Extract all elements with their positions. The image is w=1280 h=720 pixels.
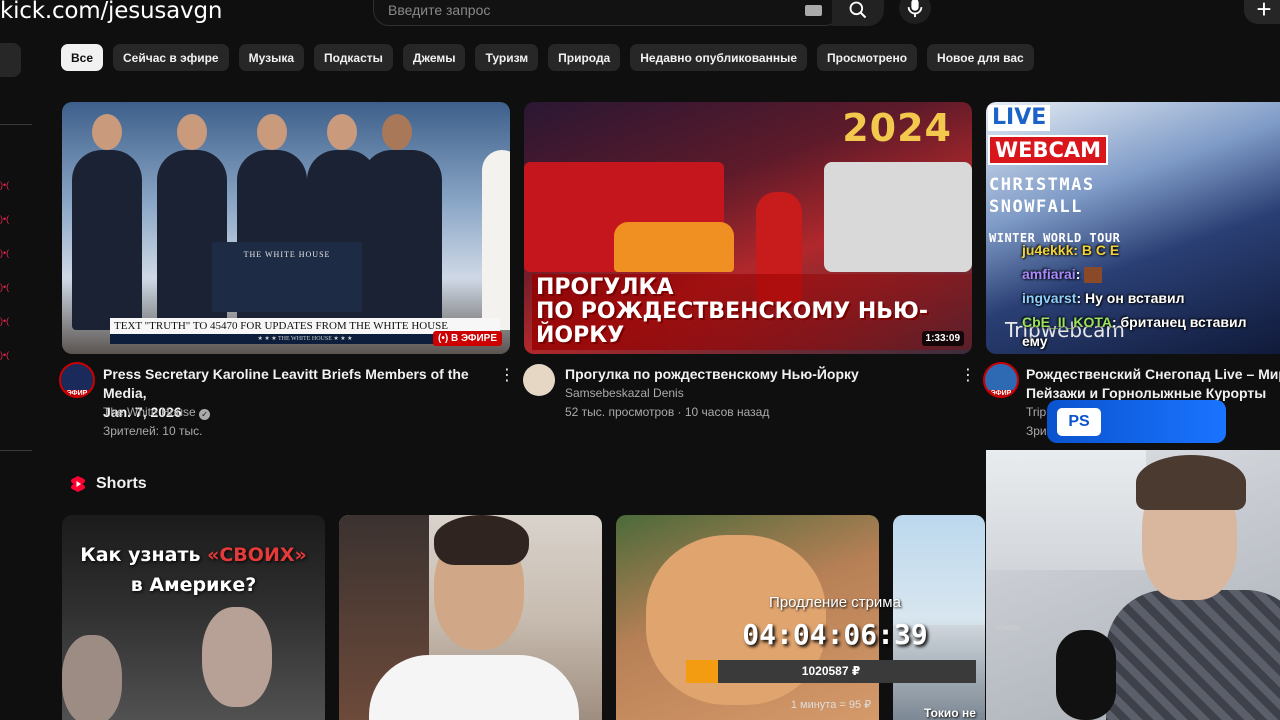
video-thumbnail-1[interactable]: THE WHITE HOUSE TEXT "TRUTH" TO 45470 FO… [62, 102, 510, 354]
donation-rate: 1 минута = 95 ₽ [790, 699, 872, 711]
create-button[interactable]: + [1244, 0, 1280, 24]
chat-message: amfiarai: [1022, 262, 1247, 286]
video-duration: 1:33:09 [921, 331, 964, 346]
short-thumbnail-1[interactable]: Как узнать «СВОИХ» в Америке? [62, 515, 325, 720]
video-thumbnail-2[interactable]: 2024 ПРОГУЛКА ПО РОЖДЕСТВЕНСКОМУ НЬЮ-ЙОР… [524, 102, 972, 354]
chip-recently-uploaded[interactable]: Недавно опубликованные [630, 44, 808, 71]
donation-amount: 1020587 ₽ [801, 664, 861, 678]
video-viewers: Зри [1026, 424, 1047, 438]
stream-extension-timer: 04:04:06:39 [742, 618, 928, 651]
playstation-overlay-badge: PS [1047, 400, 1226, 443]
face-shape [62, 635, 122, 720]
streamer-webcam: maono [986, 450, 1280, 720]
verified-icon: ✓ [199, 409, 211, 420]
chip-watched[interactable]: Просмотрено [817, 44, 918, 71]
more-options-icon[interactable]: ⋮ [960, 368, 976, 384]
short-caption: Как узнать «СВОИХ» в Америке? [80, 544, 307, 596]
thumbnail-title: ПРОГУЛКА ПО РОЖДЕСТВЕНСКОМУ НЬЮ-ЙОРКУ [532, 274, 972, 350]
thumbnail-webcam-label: WEBCAM [988, 135, 1109, 165]
podium: THE WHITE HOUSE [212, 242, 362, 312]
chat-message: ingvarst: Ну он вставил [1022, 290, 1185, 306]
sidebar-divider [0, 450, 32, 451]
chip-all[interactable]: Все [61, 44, 104, 71]
more-options-icon[interactable]: ⋮ [499, 368, 515, 384]
live-badge: (•) В ЭФИРЕ [433, 331, 502, 346]
live-indicator-icon: )•( [0, 214, 10, 224]
live-indicator-icon: )•( [0, 282, 10, 292]
video-title[interactable]: Рождественский Снегопад Live – Миро Пейз… [1026, 365, 1280, 403]
stream-chat-overlay: ju4ekkk: В С Е amfiarai: ingvarst: Ну он… [1022, 238, 1247, 348]
channel-avatar[interactable]: ЭФИР [983, 362, 1019, 398]
video-meta: 52 тыс. просмотров · 10 часов назад [565, 405, 770, 419]
taxi-shape [614, 222, 734, 272]
channel-name[interactable]: Samsebeskazal Denis [565, 384, 684, 402]
channel-name[interactable]: Trip [1026, 403, 1046, 421]
streamer-hair [1136, 455, 1246, 510]
thumbnail-year: 2024 [842, 106, 952, 150]
streamer-body [1106, 590, 1280, 720]
sidebar-item-selected[interactable] [0, 43, 21, 77]
channel-name[interactable]: The White House ✓ [103, 403, 211, 421]
live-indicator-icon: )•( [0, 316, 10, 326]
search-icon [849, 1, 867, 19]
mic-brand: maono [996, 623, 1021, 632]
chip-music[interactable]: Музыка [238, 44, 305, 71]
filter-chips: Все Сейчас в эфире Музыка Подкасты Джемы… [61, 44, 1034, 71]
shorts-icon [71, 476, 85, 492]
video-title[interactable]: Прогулка по рождественскому Нью-Йорку [565, 365, 859, 384]
shirt-shape [369, 655, 579, 720]
shorts-section-title: Shorts [96, 475, 147, 492]
short-thumbnail-2[interactable] [339, 515, 602, 720]
chip-nature[interactable]: Природа [548, 44, 621, 71]
chat-message: CbE_II_KOTA: британец вставил [1022, 314, 1247, 330]
chip-tourism[interactable]: Туризм [475, 44, 539, 71]
live-indicator-icon: )•( [0, 180, 10, 190]
room-shelf [986, 450, 1146, 570]
chat-message: ему [1022, 333, 1048, 349]
chat-message: ju4ekkk: В С Е [1022, 242, 1120, 258]
chip-jams[interactable]: Джемы [402, 44, 466, 71]
live-indicator-icon: )•( [0, 350, 10, 360]
channel-avatar[interactable] [523, 364, 555, 396]
video-viewers: Зрителей: 10 тыс. [103, 424, 203, 438]
microphone-icon [907, 0, 923, 18]
emote-icon [1084, 267, 1103, 284]
chip-new-for-you[interactable]: Новое для вас [927, 44, 1034, 71]
ps-icon: PS [1057, 408, 1101, 436]
thumbnail-title: CHRISTMAS SNOWFALL [989, 175, 1095, 217]
channel-avatar[interactable]: ЭФИР [59, 362, 95, 398]
stream-extension-title: Продление стрима [769, 594, 901, 611]
search-box[interactable] [373, 0, 841, 26]
search-button[interactable] [832, 0, 884, 26]
plus-icon: + [1256, 0, 1272, 24]
donation-progress-bar: 1020587 ₽ [686, 660, 976, 683]
keyboard-icon[interactable] [805, 5, 822, 16]
face-shape [202, 607, 272, 707]
hair-shape [434, 515, 529, 565]
thumbnail-live-label: LIVE [988, 105, 1051, 131]
sidebar-divider [0, 124, 32, 125]
live-indicator-icon: )•( [0, 248, 10, 258]
chip-live[interactable]: Сейчас в эфире [113, 44, 229, 71]
voice-search-button[interactable] [899, 0, 931, 24]
microphone-shape [1056, 630, 1116, 720]
bus-shape [824, 162, 972, 272]
chip-podcasts[interactable]: Подкасты [314, 44, 393, 71]
search-input[interactable] [388, 2, 788, 18]
stream-url-overlay: kick.com/jesusavgn [0, 0, 223, 24]
